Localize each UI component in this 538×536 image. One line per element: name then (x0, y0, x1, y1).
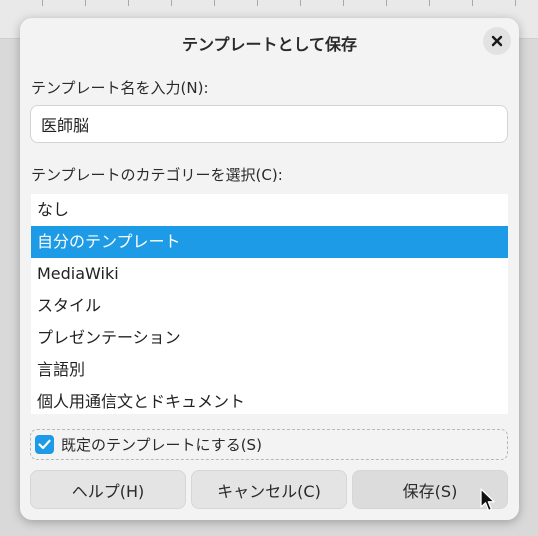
ruler-tick (85, 0, 86, 6)
close-icon (491, 35, 503, 47)
ruler-tick (214, 0, 215, 6)
template-name-value: 医師脳 (41, 116, 90, 135)
category-item-my-templates[interactable]: 自分のテンプレート (31, 226, 508, 258)
ruler-tick (42, 0, 43, 6)
mouse-pointer-icon (480, 488, 495, 512)
ruler-tick (515, 0, 516, 6)
category-item-localization[interactable]: 言語別 (31, 354, 508, 386)
ruler-tick (128, 0, 129, 6)
ruler-tick (300, 0, 301, 6)
category-item-personal-correspondence[interactable]: 個人用通信文とドキュメント (31, 386, 508, 414)
template-name-label: テンプレート名を入力(N): (31, 79, 209, 97)
ruler-tick (257, 0, 258, 6)
dialog-title: テンプレートとして保存 (181, 35, 358, 54)
ruler-tick (472, 0, 473, 6)
category-item-mediawiki[interactable]: MediaWiki (31, 258, 508, 290)
checkmark-icon (38, 439, 51, 450)
help-button[interactable]: ヘルプ(H) (30, 470, 186, 509)
default-template-label: 既定のテンプレートにする(S) (61, 436, 262, 454)
ruler-tick (343, 0, 344, 6)
cancel-button[interactable]: キャンセル(C) (191, 470, 347, 509)
ruler-tick (429, 0, 430, 6)
save-as-template-dialog: テンプレートとして保存 テンプレート名を入力(N): 医師脳 テンプレートのカテ… (20, 18, 519, 520)
category-item-none[interactable]: なし (31, 194, 508, 226)
category-item-presentations[interactable]: プレゼンテーション (31, 322, 508, 354)
category-item-styles[interactable]: スタイル (31, 290, 508, 322)
close-button[interactable] (483, 27, 511, 55)
default-template-checkbox-row[interactable]: 既定のテンプレートにする(S) (30, 429, 508, 460)
category-list[interactable]: なし 自分のテンプレート MediaWiki スタイル プレゼンテーション 言語… (31, 194, 508, 414)
ruler-tick (171, 0, 172, 6)
template-name-input[interactable]: 医師脳 (30, 105, 508, 143)
default-template-checkbox[interactable] (35, 435, 54, 454)
ruler-tick (386, 0, 387, 6)
category-label: テンプレートのカテゴリーを選択(C): (31, 166, 283, 184)
